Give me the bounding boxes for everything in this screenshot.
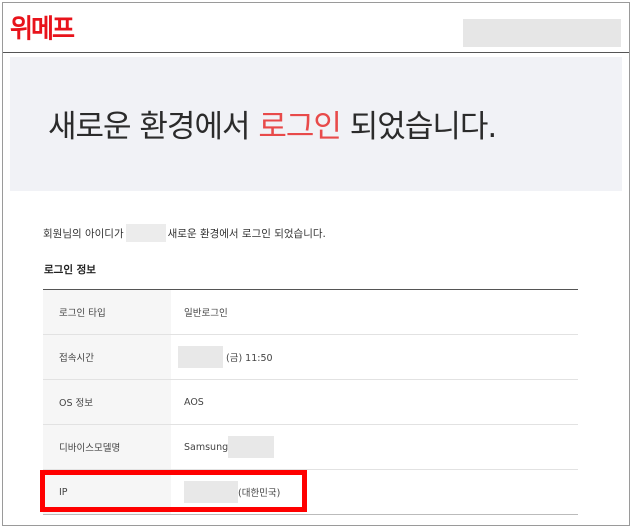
row-value: AOS [171, 380, 578, 424]
hero-title-start: 새로운 환경에서 [48, 109, 259, 145]
table-row: OS 정보 AOS [43, 380, 578, 425]
notice-message-end: 새로운 환경에서 로그인 되었습니다. [167, 227, 326, 240]
ip-highlight-box [40, 470, 307, 512]
row-label: 접속시간 [43, 335, 171, 379]
notice-message-start: 회원님의 아이디가 [43, 227, 124, 240]
redacted-model [228, 436, 275, 458]
header-bar: 위메프 [3, 3, 629, 53]
notice-message: 회원님의 아이디가 새로운 환경에서 로그인 되었습니다. [43, 224, 326, 242]
row-value: Samsung [171, 425, 578, 469]
hero-banner: 새로운 환경에서 로그인 되었습니다. [10, 57, 622, 191]
wemakeprice-logo[interactable]: 위메프 [10, 8, 75, 46]
row-value: (금) 11:50 [171, 335, 578, 379]
redacted-header-area [463, 19, 621, 47]
login-info-heading: 로그인 정보 [44, 264, 96, 276]
row-label: 로그인 타입 [43, 290, 171, 334]
os-value: AOS [184, 396, 204, 408]
table-row: 접속시간 (금) 11:50 [43, 335, 578, 380]
device-model-value: Samsung [184, 441, 229, 453]
redacted-date [178, 346, 223, 368]
row-value: 일반로그인 [171, 290, 578, 334]
row-label: OS 정보 [43, 380, 171, 424]
access-time-value: (금) 11:50 [226, 353, 273, 364]
hero-title: 새로운 환경에서 로그인 되었습니다. [48, 101, 497, 146]
row-label: 디바이스모델명 [43, 425, 171, 469]
table-row: 로그인 타입 일반로그인 [43, 290, 578, 335]
login-type-value: 일반로그인 [184, 308, 228, 319]
hero-title-accent: 로그인 [258, 109, 342, 145]
table-row: 디바이스모델명 Samsung [43, 425, 578, 470]
hero-title-end: 되었습니다. [340, 109, 497, 145]
redacted-user-id [125, 224, 166, 242]
